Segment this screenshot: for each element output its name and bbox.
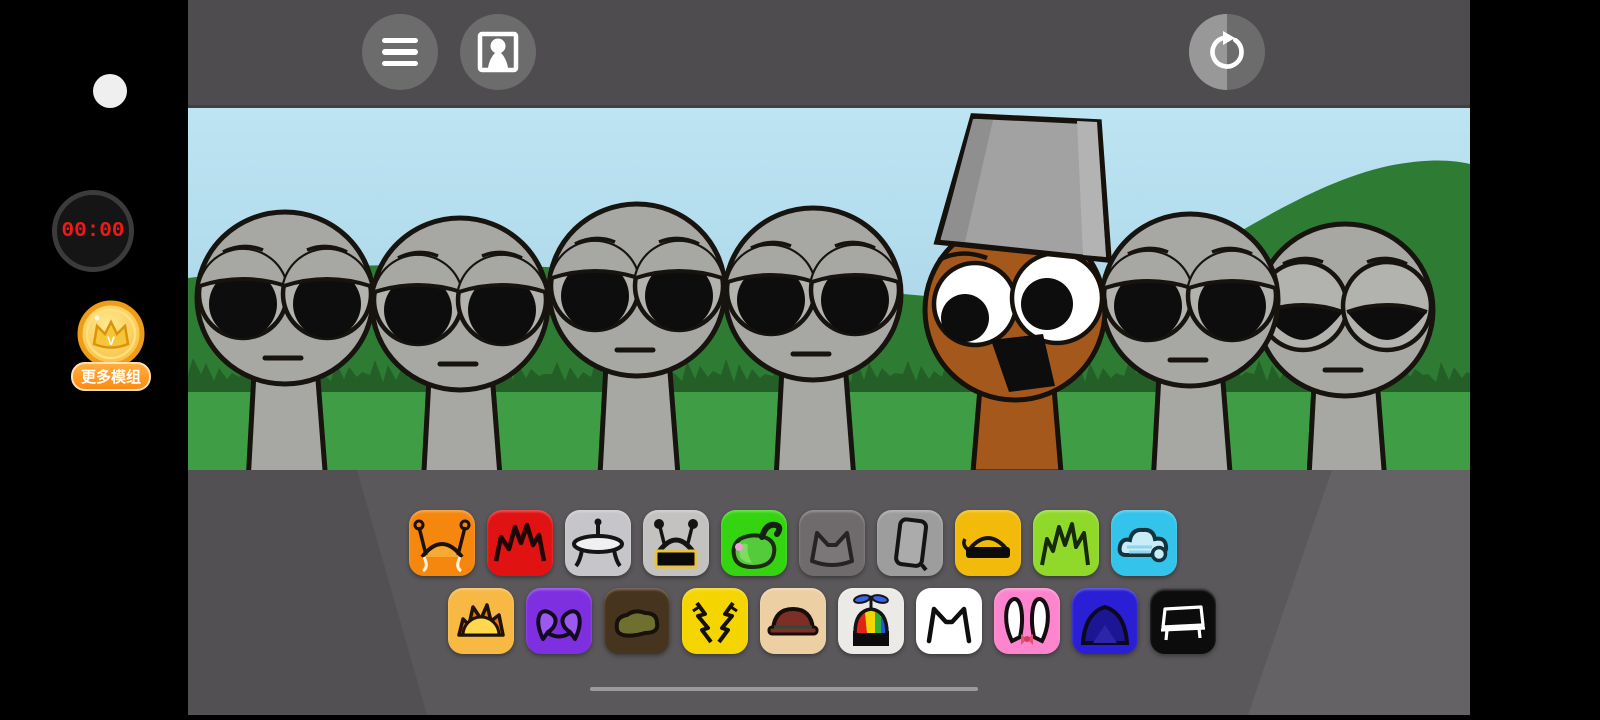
record-indicator-dot[interactable] — [93, 74, 127, 108]
maroon-brim-hat-icon — [767, 606, 819, 636]
top-bar — [188, 0, 1470, 108]
green-spiky-hair-icon — [1040, 522, 1090, 566]
gold-visor-icon — [962, 536, 1010, 558]
leaning-board-icon — [894, 517, 929, 572]
tile-green-spiky-hair[interactable] — [1033, 510, 1099, 576]
soundboard-row-2 — [448, 588, 1216, 654]
swamp-cap-icon — [614, 609, 660, 638]
soundboard-scrollbar[interactable] — [590, 687, 978, 691]
tile-orange-antennae[interactable] — [409, 510, 475, 576]
menu-button[interactable] — [362, 14, 438, 90]
tile-nail-table-hat[interactable] — [565, 510, 631, 576]
tile-gold-visor[interactable] — [955, 510, 1021, 576]
game-viewport — [188, 0, 1470, 720]
antenna-visor-hat-icon — [654, 519, 698, 569]
menu-icon — [382, 37, 418, 67]
tile-green-pepper[interactable] — [721, 510, 787, 576]
game-stage — [188, 108, 1470, 470]
reset-button[interactable] — [1189, 14, 1265, 90]
gold-coin-icon: V — [77, 300, 145, 368]
orange-antennae-icon — [413, 519, 471, 573]
tile-cloud[interactable] — [1111, 510, 1177, 576]
tile-leaning-board[interactable] — [877, 510, 943, 576]
bunny-ears-icon — [1004, 597, 1050, 645]
tile-cat-ears-dimmed[interactable] — [799, 510, 865, 576]
cat-ears-dimmed-icon — [810, 531, 854, 567]
reset-icon — [1210, 31, 1244, 69]
stage-shade-right — [1248, 470, 1470, 715]
red-spiky-hair-icon — [493, 522, 547, 562]
tile-antenna-visor-hat[interactable] — [643, 510, 709, 576]
timer-value: 00:00 — [61, 219, 125, 243]
tile-bunny-ears[interactable] — [994, 588, 1060, 654]
soundboard-panel — [188, 470, 1470, 715]
tile-lightning-bolts[interactable] — [682, 588, 748, 654]
cloud-icon — [1117, 527, 1169, 563]
tile-propeller-cap[interactable] — [838, 588, 904, 654]
bench-icon — [1160, 605, 1206, 641]
nail-table-hat-icon — [572, 518, 624, 568]
soundboard-row-1 — [409, 510, 1177, 576]
coin-letter: V — [107, 334, 115, 348]
tile-bench[interactable] — [1150, 588, 1216, 654]
more-mods-button[interactable]: V 更多模组 — [62, 300, 160, 391]
propeller-cap-icon — [853, 594, 889, 646]
tile-devil-horns[interactable] — [526, 588, 592, 654]
tile-swamp-cap[interactable] — [604, 588, 670, 654]
lightning-bolts-icon — [692, 601, 738, 644]
devil-horns-icon — [536, 609, 582, 641]
record-timer: 00:00 — [52, 190, 134, 272]
sunrise-icon — [457, 603, 505, 637]
tile-blue-hood[interactable] — [1072, 588, 1138, 654]
avatar-frame-icon — [477, 31, 519, 73]
tile-sunrise[interactable] — [448, 588, 514, 654]
tile-maroon-brim-hat[interactable] — [760, 588, 826, 654]
white-cat-ears-icon — [926, 606, 972, 644]
tile-red-spiky-hair[interactable] — [487, 510, 553, 576]
tile-white-cat-ears[interactable] — [916, 588, 982, 654]
more-mods-label: 更多模组 — [70, 362, 151, 391]
stage-shade-left — [188, 470, 427, 715]
green-pepper-icon — [731, 521, 783, 570]
character-select-button[interactable] — [460, 14, 536, 90]
blue-hood-icon — [1080, 604, 1130, 645]
